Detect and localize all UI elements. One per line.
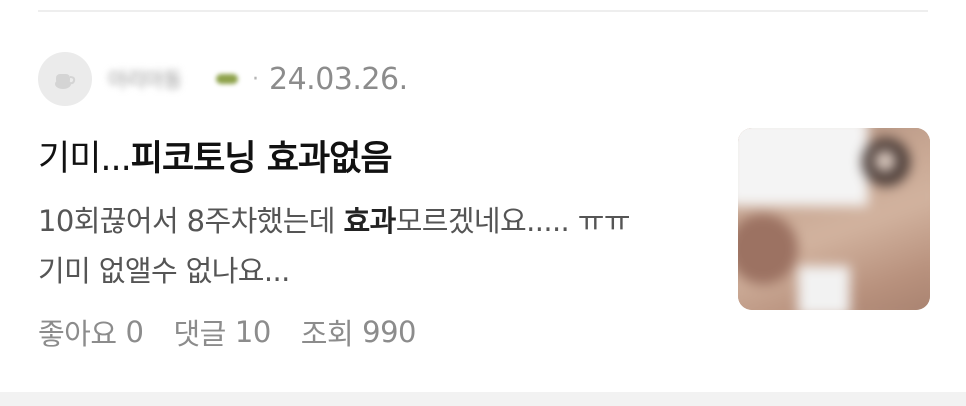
- post-title[interactable]: 기미...피코토닝 효과없음: [38, 130, 393, 181]
- post-excerpt[interactable]: 10회끊어서 8주차했는데 효과모르겠네요..... ㅠㅠ 기미 없앨수 없나요…: [38, 196, 688, 296]
- excerpt-highlight: 효과: [343, 204, 397, 238]
- post-list-item[interactable]: 아리아동 · 24.03.26. 기미...피코토닝 효과없음 10회끊어서 8…: [0, 0, 966, 392]
- excerpt-line-2: 기미 없앨수 없나요...: [38, 254, 290, 288]
- likes-count: 0: [125, 315, 144, 349]
- author-name[interactable]: 아리아동: [108, 67, 206, 92]
- title-prefix: 기미...: [38, 139, 132, 179]
- comments-stat: 댓글 10: [173, 311, 272, 353]
- member-level-badge: [216, 74, 238, 84]
- cafe-cup-icon: [55, 74, 76, 89]
- list-separator-bar: [0, 392, 966, 406]
- views-label: 조회: [300, 317, 354, 351]
- likes-label: 좋아요: [38, 317, 117, 351]
- post-thumbnail[interactable]: [738, 128, 930, 310]
- avatar[interactable]: [38, 52, 92, 106]
- comments-label: 댓글: [173, 317, 227, 351]
- views-count: 990: [362, 315, 417, 349]
- post-date: 24.03.26.: [269, 61, 408, 97]
- title-highlight: 피코토닝 효과없음: [130, 139, 393, 179]
- excerpt-text-before: 10회끊어서 8주차했는데: [38, 204, 344, 238]
- post-stats: 좋아요 0 댓글 10 조회 990: [38, 312, 446, 352]
- comments-count: 10: [234, 315, 271, 349]
- likes-stat: 좋아요 0: [38, 311, 144, 353]
- views-stat: 조회 990: [300, 311, 417, 353]
- thumbnail-image: [738, 128, 930, 310]
- post-meta: 아리아동 · 24.03.26.: [38, 52, 408, 106]
- excerpt-text-after: 모르겠네요..... ㅠㅠ: [395, 204, 631, 238]
- meta-separator: ·: [252, 66, 259, 92]
